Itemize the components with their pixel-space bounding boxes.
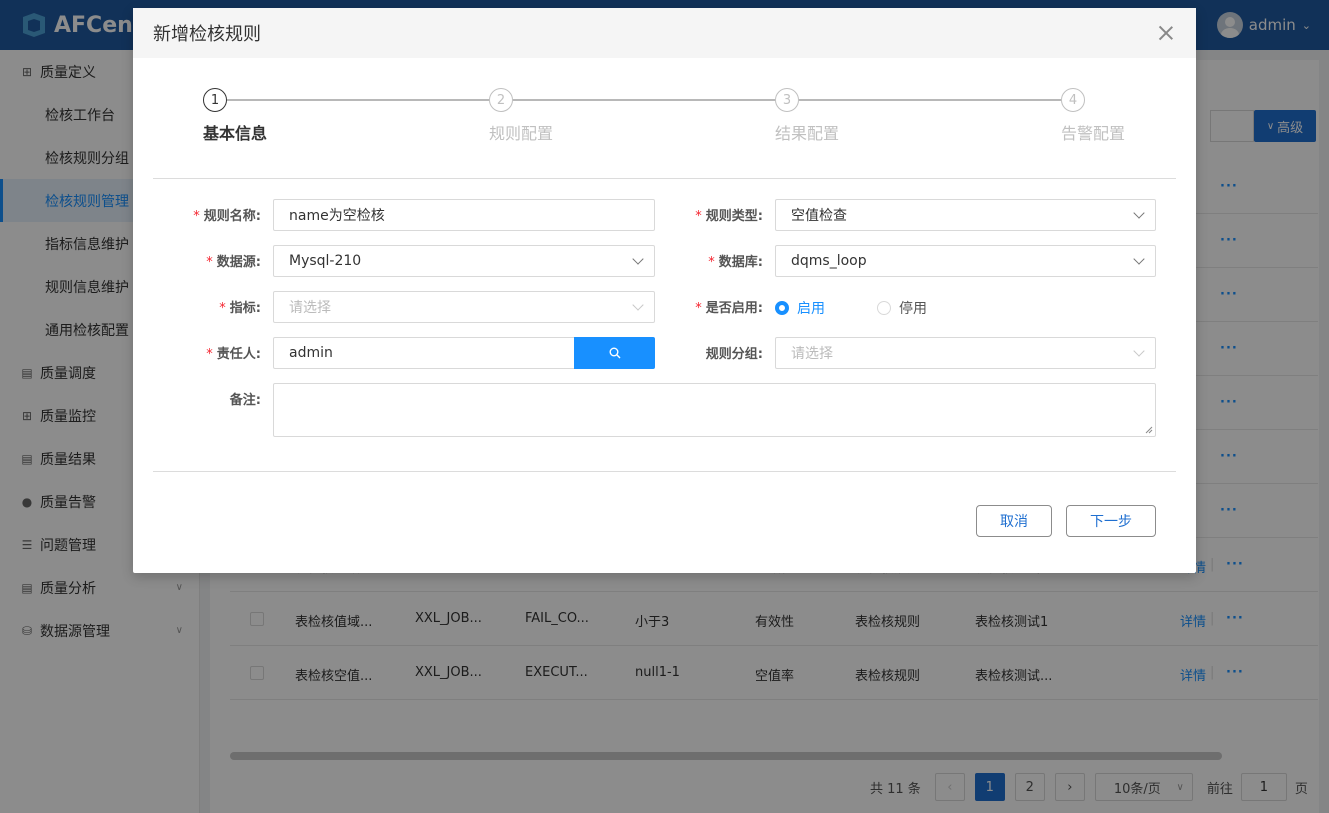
owner-input[interactable]: admin	[273, 337, 575, 369]
step-number: 3	[775, 88, 799, 112]
database-select[interactable]: dqms_loop	[775, 245, 1156, 277]
search-icon	[609, 347, 620, 359]
datasource-select[interactable]: Mysql-210	[273, 245, 655, 277]
dialog-header: 新增检核规则	[133, 8, 1196, 58]
remark-label: 备注:	[229, 393, 261, 408]
step-result-config: 3 结果配置	[775, 88, 839, 143]
datasource-label: * 数据源:	[206, 255, 261, 270]
radio-disabled-label: 停用	[899, 301, 927, 317]
step-connector	[513, 99, 775, 101]
owner-value: admin	[289, 345, 333, 361]
rule-type-select[interactable]: 空值检查	[775, 199, 1156, 231]
chevron-down-icon	[1133, 207, 1145, 219]
radio-checked-icon	[775, 301, 789, 315]
chevron-down-icon	[1133, 345, 1145, 357]
step-title: 规则配置	[489, 124, 554, 143]
rule-group-placeholder: 请选择	[791, 346, 833, 362]
step-title: 基本信息	[203, 124, 268, 143]
step-number: 1	[203, 88, 227, 112]
next-step-button[interactable]: 下一步	[1066, 505, 1156, 537]
step-number: 4	[1061, 88, 1085, 112]
radio-unchecked-icon	[877, 301, 891, 315]
step-basic-info: 1 基本信息	[203, 88, 267, 143]
database-value: dqms_loop	[791, 253, 867, 269]
metric-select[interactable]: 请选择	[273, 291, 655, 323]
radio-disabled[interactable]: 停用	[877, 298, 927, 318]
step-rule-config: 2 规则配置	[489, 88, 553, 143]
dialog-title: 新增检核规则	[153, 24, 261, 45]
metric-label: * 指标:	[219, 301, 261, 316]
rule-type-label: * 规则类型:	[695, 209, 763, 224]
step-connector	[799, 99, 1061, 101]
step-title: 告警配置	[1061, 124, 1126, 143]
step-title: 结果配置	[775, 124, 840, 143]
radio-enabled[interactable]: 启用	[775, 298, 825, 318]
enabled-label: * 是否启用:	[695, 301, 763, 316]
datasource-value: Mysql-210	[289, 253, 362, 269]
cancel-button[interactable]: 取消	[976, 505, 1052, 537]
radio-enabled-label: 启用	[797, 301, 825, 317]
owner-label: * 责任人:	[206, 347, 261, 362]
metric-placeholder: 请选择	[289, 300, 331, 316]
steps: 1 基本信息 2 规则配置 3 结果配置 4 告警配置	[203, 88, 1127, 148]
step-number: 2	[489, 88, 513, 112]
rule-name-label: * 规则名称:	[193, 209, 261, 224]
resize-handle-icon	[1145, 426, 1153, 434]
divider	[153, 471, 1176, 472]
rule-type-value: 空值检查	[791, 208, 847, 224]
step-connector	[227, 99, 489, 101]
rule-name-value: name为空检核	[289, 208, 385, 224]
rule-name-input[interactable]: name为空检核	[273, 199, 655, 231]
database-label: * 数据库:	[708, 255, 763, 270]
rule-group-label: 规则分组:	[705, 347, 763, 362]
step-alarm-config: 4 告警配置	[1061, 88, 1125, 143]
chevron-down-icon	[1133, 253, 1145, 265]
close-icon[interactable]	[1158, 25, 1174, 41]
rule-group-select[interactable]: 请选择	[775, 337, 1156, 369]
remark-textarea[interactable]	[273, 383, 1156, 437]
divider	[153, 178, 1176, 179]
add-rule-dialog: 新增检核规则 1 基本信息 2 规则配置 3 结果配置 4 告警配置 * 规则名称…	[133, 8, 1196, 573]
